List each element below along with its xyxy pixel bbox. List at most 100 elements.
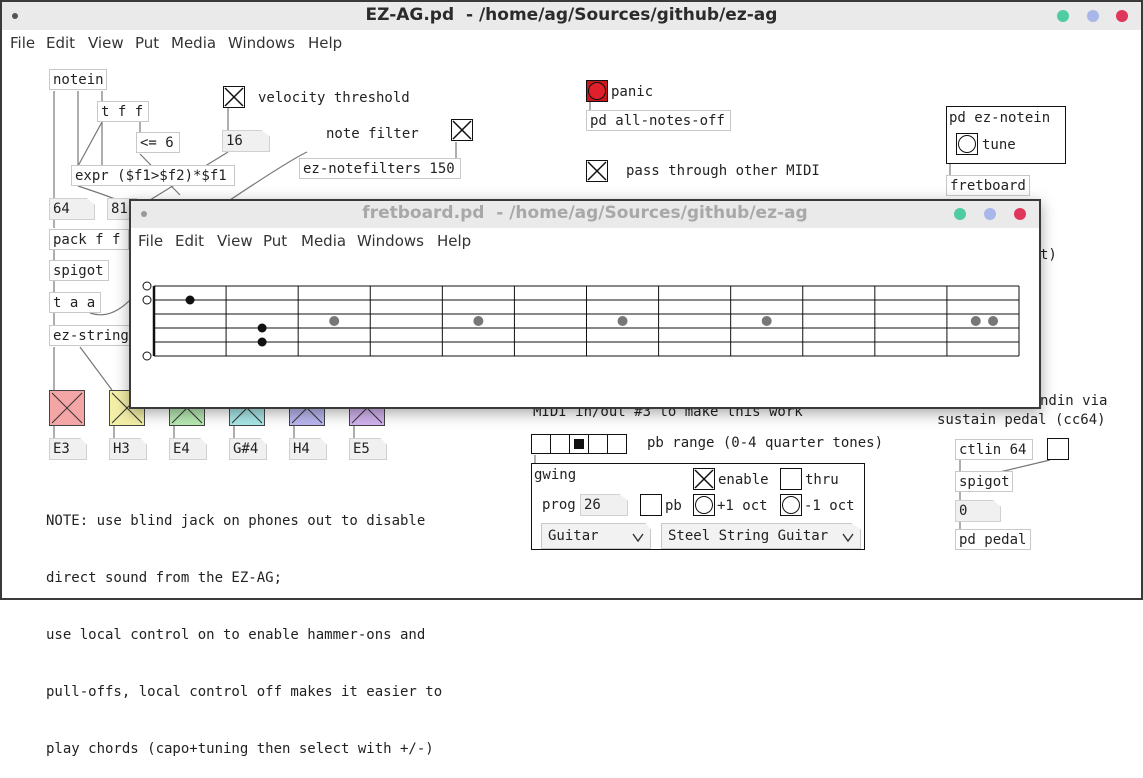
instrument-dropdown[interactable]: Guitar bbox=[541, 523, 651, 549]
menu-windows[interactable]: Windows bbox=[357, 232, 424, 250]
velocity-threshold-label: velocity threshold bbox=[258, 90, 410, 106]
fretboard-window-title: fretboard.pd - /home/ag/Sources/github/e… bbox=[362, 203, 808, 223]
fret-position-dot bbox=[761, 316, 772, 326]
sustain-toggle[interactable] bbox=[1047, 438, 1069, 460]
note-filter-toggle[interactable] bbox=[451, 119, 473, 141]
pb-range-option[interactable] bbox=[607, 434, 627, 454]
note-filter-label: note filter bbox=[326, 126, 419, 142]
fretboard-menubar: File Edit View Put Media Windows Help bbox=[131, 228, 1039, 254]
fretboard-titlebar[interactable]: fretboard.pd - /home/ag/Sources/github/e… bbox=[131, 201, 1039, 229]
pass-through-label: pass through other MIDI bbox=[626, 163, 820, 179]
number-64[interactable]: 64 bbox=[49, 198, 95, 220]
string-pitch-label: E3 bbox=[49, 438, 87, 460]
chevron-down-icon bbox=[842, 533, 854, 543]
string-pitch-label: G#4 bbox=[229, 438, 267, 460]
menu-edit[interactable]: Edit bbox=[175, 232, 204, 250]
t-a-a-object[interactable]: t a a bbox=[49, 292, 101, 313]
menu-file[interactable]: File bbox=[138, 232, 163, 250]
partial-label: t) bbox=[1040, 247, 1057, 263]
string-pitch-label: H4 bbox=[289, 438, 327, 460]
ctlin-object[interactable]: ctlin 64 bbox=[955, 439, 1033, 460]
fret-position-dot bbox=[988, 316, 999, 326]
ez-string-object[interactable]: ez-string bbox=[49, 325, 133, 346]
velocity-toggle[interactable] bbox=[223, 86, 245, 108]
ez-notein-label: pd ez-notein bbox=[949, 110, 1051, 126]
panic-label: panic bbox=[611, 84, 654, 100]
pb-range-option[interactable] bbox=[550, 434, 570, 454]
pb-range-option[interactable] bbox=[531, 434, 551, 454]
minus-oct-label: -1 oct bbox=[804, 498, 855, 514]
fingered-note bbox=[257, 337, 267, 347]
ez-notein-subpatch[interactable]: pd ez-notein tune bbox=[946, 106, 1066, 164]
chevron-down-icon bbox=[632, 533, 644, 543]
pd-pedal-object[interactable]: pd pedal bbox=[955, 529, 1031, 550]
plus-oct-label: +1 oct bbox=[717, 498, 768, 514]
note-line: pull-offs, local control off makes it ea… bbox=[46, 684, 443, 700]
string-pitch-label: E4 bbox=[169, 438, 207, 460]
prog-number[interactable]: 26 bbox=[580, 494, 628, 516]
close-icon[interactable] bbox=[1014, 208, 1026, 220]
sound-value: Steel String Guitar bbox=[668, 528, 829, 544]
fingered-note bbox=[185, 295, 195, 305]
thru-label: thru bbox=[805, 472, 839, 488]
fretboard-window: fretboard.pd - /home/ag/Sources/github/e… bbox=[129, 199, 1041, 409]
pass-through-toggle[interactable] bbox=[586, 160, 608, 182]
gwing-label: gwing bbox=[534, 467, 577, 483]
thru-toggle[interactable] bbox=[780, 468, 802, 490]
minus-oct-bang[interactable] bbox=[780, 494, 802, 516]
panic-bang[interactable] bbox=[586, 80, 608, 102]
number-zero[interactable]: 0 bbox=[955, 500, 1001, 522]
open-string-marker bbox=[142, 295, 152, 305]
sustain-label-2: sustain pedal (cc64) bbox=[937, 412, 1106, 428]
pb-range-option[interactable] bbox=[588, 434, 608, 454]
minimize-icon[interactable] bbox=[954, 208, 966, 220]
note-text: NOTE: use blind jack on phones out to di… bbox=[46, 474, 442, 778]
fretboard-graphic[interactable] bbox=[131, 257, 1039, 407]
string-key-1[interactable] bbox=[49, 390, 85, 426]
expr-object[interactable]: expr ($f1>$f2)*$f1 bbox=[71, 165, 235, 186]
prog-label: prog bbox=[542, 497, 576, 513]
open-string-marker bbox=[142, 351, 152, 361]
pb-toggle[interactable] bbox=[640, 494, 662, 516]
menu-help[interactable]: Help bbox=[437, 232, 471, 250]
fingered-note bbox=[257, 323, 267, 333]
sustain-label-1: ndin via bbox=[1040, 393, 1108, 409]
note-line: play chords (capo+tuning then select wit… bbox=[46, 741, 434, 757]
sound-dropdown[interactable]: Steel String Guitar bbox=[661, 523, 861, 549]
tune-bang[interactable] bbox=[956, 133, 978, 155]
instrument-value: Guitar bbox=[548, 528, 599, 544]
menu-put[interactable]: Put bbox=[263, 232, 287, 250]
string-pitch-label: H3 bbox=[109, 438, 147, 460]
pack-object[interactable]: pack f f bbox=[49, 229, 129, 250]
pb-range-option-selected[interactable] bbox=[569, 434, 589, 454]
notein-object[interactable]: notein bbox=[49, 69, 107, 90]
le6-object[interactable]: <= 6 bbox=[136, 132, 180, 153]
tune-label: tune bbox=[982, 137, 1016, 153]
velocity-number[interactable]: 16 bbox=[222, 130, 270, 152]
spigot2-object[interactable]: spigot bbox=[955, 471, 1013, 492]
fret-position-dot bbox=[617, 316, 628, 326]
t-f-f-object[interactable]: t f f bbox=[97, 101, 149, 122]
enable-toggle[interactable] bbox=[693, 468, 715, 490]
enable-label: enable bbox=[718, 472, 769, 488]
note-line: NOTE: use blind jack on phones out to di… bbox=[46, 513, 426, 529]
pb-range-label: pb range (0-4 quarter tones) bbox=[647, 435, 884, 451]
spigot-object[interactable]: spigot bbox=[49, 260, 109, 281]
string-pitch-label: E5 bbox=[349, 438, 387, 460]
fretboard-object[interactable]: fretboard bbox=[946, 175, 1030, 196]
plus-oct-bang[interactable] bbox=[693, 494, 715, 516]
note-line: use local control on to enable hammer-on… bbox=[46, 627, 426, 643]
open-string-marker bbox=[142, 281, 152, 291]
pb-label: pb bbox=[665, 498, 682, 514]
menu-media[interactable]: Media bbox=[301, 232, 346, 250]
note-line: direct sound from the EZ-AG; bbox=[46, 570, 283, 586]
fret-position-dot bbox=[329, 316, 340, 326]
gwing-panel: gwing prog 26 pb enable thru +1 oct -1 o… bbox=[531, 463, 865, 550]
ez-notefilters-object[interactable]: ez-notefilters 150 bbox=[299, 158, 461, 179]
all-notes-off-object[interactable]: pd all-notes-off bbox=[586, 110, 731, 131]
fret-position-dot bbox=[970, 316, 981, 326]
pb-range-radio[interactable] bbox=[531, 434, 627, 454]
maximize-icon[interactable] bbox=[984, 208, 996, 220]
menu-view[interactable]: View bbox=[217, 232, 253, 250]
fret-position-dot bbox=[473, 316, 484, 326]
